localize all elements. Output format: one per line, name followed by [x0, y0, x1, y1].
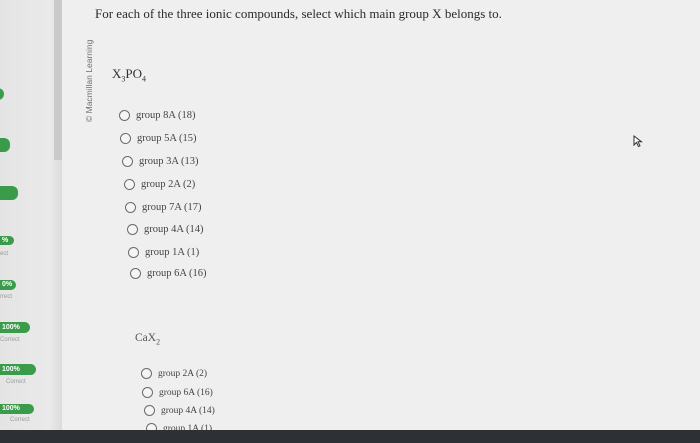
- option-label: group 6A (16): [147, 268, 207, 279]
- badge-status: ect: [0, 251, 9, 257]
- progress-tab[interactable]: [0, 186, 18, 200]
- option-label: group 3A (13): [139, 156, 199, 167]
- answer-option[interactable]: group 2A (2): [141, 368, 207, 379]
- radio-button[interactable]: [124, 179, 135, 190]
- radio-button[interactable]: [125, 202, 136, 213]
- progress-badge[interactable]: 100%: [0, 364, 36, 375]
- badge-status: Correct: [0, 337, 20, 343]
- option-label: group 4A (14): [144, 224, 204, 235]
- progress-badge[interactable]: %: [0, 236, 14, 245]
- progress-badge[interactable]: 100%: [0, 404, 34, 414]
- progress-badge[interactable]: 100%: [0, 322, 30, 333]
- publisher-watermark: © Macmillan Learning: [84, 39, 94, 122]
- answer-option[interactable]: group 6A (16): [142, 387, 213, 398]
- answer-option[interactable]: group 7A (17): [125, 202, 202, 213]
- option-label: group 2A (2): [141, 179, 196, 190]
- answer-option[interactable]: group 2A (2): [124, 179, 195, 190]
- option-label: group 1A (1): [145, 247, 200, 258]
- answer-option[interactable]: group 1A (1): [128, 247, 199, 258]
- option-label: group 6A (16): [159, 387, 213, 398]
- formula-subscript: 2: [156, 337, 161, 347]
- progress-sidebar: % ect 0% rrect 100% Correct 100% Correct…: [0, 0, 63, 443]
- badge-label: 0%: [2, 281, 13, 288]
- option-label: group 5A (15): [137, 133, 197, 144]
- answer-option[interactable]: group 4A (14): [127, 224, 204, 235]
- screen-bottom-edge: [0, 430, 700, 443]
- option-label: group 8A (18): [136, 110, 196, 121]
- compound-formula: CaX2: [135, 332, 160, 346]
- badge-status: Correct: [10, 417, 30, 423]
- answer-option[interactable]: group 5A (15): [120, 133, 197, 144]
- option-label: group 2A (2): [158, 368, 208, 379]
- radio-button[interactable]: [141, 368, 152, 379]
- formula-part: CaX: [135, 332, 157, 344]
- progress-tab[interactable]: [0, 138, 10, 152]
- progress-tab[interactable]: [0, 88, 4, 100]
- badge-label: %: [2, 237, 9, 244]
- badge-label: 100%: [2, 324, 20, 331]
- radio-button[interactable]: [130, 268, 141, 279]
- radio-button[interactable]: [119, 110, 130, 121]
- badge-status: Correct: [6, 379, 26, 385]
- answer-option[interactable]: group 6A (16): [130, 268, 207, 279]
- option-label: group 7A (17): [142, 202, 202, 213]
- compound-formula: X3PO4: [112, 66, 146, 84]
- badge-label: 100%: [2, 366, 20, 373]
- radio-button[interactable]: [128, 247, 139, 258]
- option-label: group 4A (14): [161, 405, 215, 416]
- badge-status: rrect: [0, 294, 12, 300]
- question-panel: For each of the three ionic compounds, s…: [62, 0, 700, 443]
- radio-button[interactable]: [144, 405, 155, 416]
- radio-button[interactable]: [122, 156, 133, 167]
- badge-label: 100%: [2, 405, 20, 412]
- progress-badge[interactable]: 0%: [0, 280, 16, 290]
- mouse-pointer-icon: [632, 134, 646, 153]
- answer-option[interactable]: group 8A (18): [119, 110, 196, 121]
- answer-option[interactable]: group 4A (14): [144, 405, 215, 416]
- formula-part: X: [112, 66, 122, 81]
- question-prompt: For each of the three ionic compounds, s…: [95, 6, 502, 21]
- radio-button[interactable]: [127, 224, 138, 235]
- formula-part: PO: [125, 66, 143, 81]
- answer-option[interactable]: group 3A (13): [122, 156, 199, 167]
- formula-subscript: 4: [142, 74, 147, 84]
- radio-button[interactable]: [120, 133, 131, 144]
- radio-button[interactable]: [142, 387, 153, 398]
